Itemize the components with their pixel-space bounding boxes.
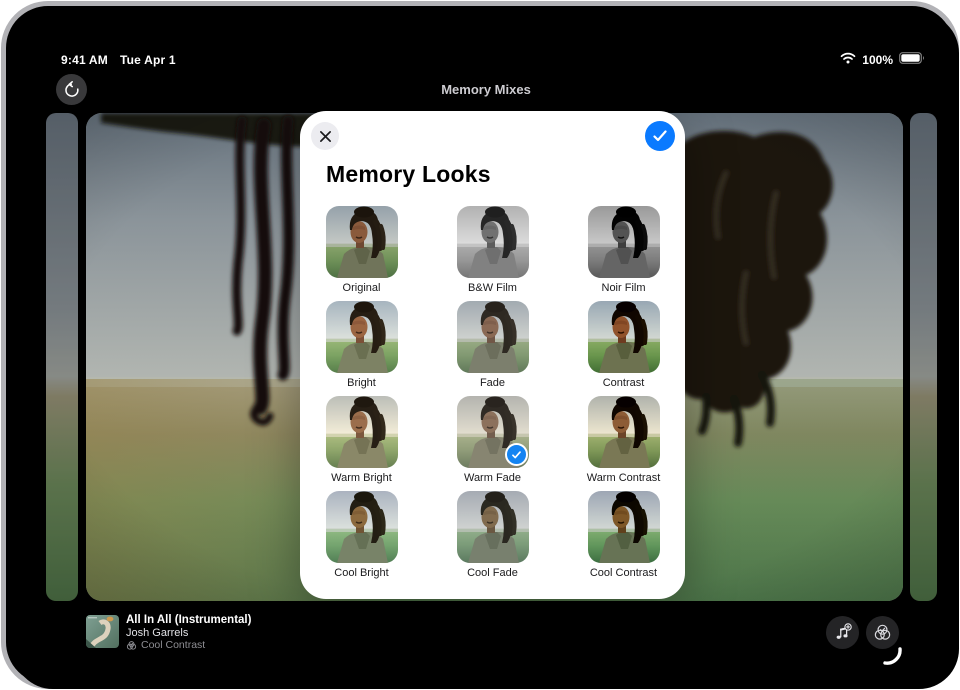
music-add-icon [833, 623, 852, 642]
look-thumbnail [457, 206, 529, 278]
close-icon [319, 130, 332, 143]
look-option-warm-bright[interactable]: Warm Bright [296, 396, 427, 491]
confirm-button[interactable] [645, 121, 675, 151]
add-music-button[interactable] [826, 616, 859, 649]
portrait-thumbnail [457, 491, 529, 563]
status-date: Tue Apr 1 [120, 53, 176, 67]
look-label: Cool Contrast [590, 567, 657, 579]
portrait-thumbnail [588, 491, 660, 563]
look-label: Contrast [603, 377, 645, 389]
page-title: Memory Mixes [13, 82, 959, 97]
look-thumbnail [588, 396, 660, 468]
status-bar-right: 100% [840, 52, 925, 67]
battery-icon [899, 52, 925, 67]
look-option-cool-fade[interactable]: Cool Fade [427, 491, 558, 586]
applied-look-label: Cool Contrast [141, 639, 205, 651]
look-thumbnail [326, 396, 398, 468]
filters-check-icon [873, 623, 892, 642]
look-label: Warm Fade [464, 472, 521, 484]
look-option-bright[interactable]: Bright [296, 301, 427, 396]
status-bar-left: 9:41 AM Tue Apr 1 [61, 53, 176, 67]
look-option-noir-film[interactable]: Noir Film [558, 206, 689, 301]
ipad-screenshot: 9:41 AM Tue Apr 1 100% Memory Mixes [0, 0, 960, 690]
look-option-warm-contrast[interactable]: Warm Contrast [558, 396, 689, 491]
portrait-thumbnail [457, 301, 529, 373]
look-option-cool-bright[interactable]: Cool Bright [296, 491, 427, 586]
portrait-thumbnail [457, 206, 529, 278]
screen: 9:41 AM Tue Apr 1 100% Memory Mixes [13, 13, 959, 689]
look-option-contrast[interactable]: Contrast [558, 301, 689, 396]
look-option-warm-fade[interactable]: Warm Fade [427, 396, 558, 491]
look-label: Noir Film [602, 282, 646, 294]
look-label: B&W Film [468, 282, 517, 294]
wifi-icon [840, 52, 856, 67]
look-label: Bright [347, 377, 376, 389]
status-time: 9:41 AM [61, 53, 108, 67]
battery-percent: 100% [862, 53, 893, 67]
look-thumbnail [588, 491, 660, 563]
next-memory-card[interactable] [910, 113, 937, 601]
look-option-cool-contrast[interactable]: Cool Contrast [558, 491, 689, 586]
portrait-thumbnail [588, 301, 660, 373]
look-option-fade[interactable]: Fade [427, 301, 558, 396]
look-label: Original [343, 282, 381, 294]
look-thumbnail [588, 206, 660, 278]
portrait-thumbnail [588, 206, 660, 278]
look-thumbnail [457, 491, 529, 563]
look-thumbnail [326, 491, 398, 563]
look-thumbnail [457, 396, 529, 468]
applied-look-row: Cool Contrast [126, 639, 205, 651]
memory-looks-modal: Memory Looks Original B&W Film Noir Film… [300, 111, 685, 599]
portrait-thumbnail [326, 206, 398, 278]
undo-button[interactable] [56, 74, 87, 105]
filters-icon [126, 640, 137, 651]
looks-grid: Original B&W Film Noir Film Bright Fade … [296, 206, 689, 586]
song-artist: Josh Garrels [126, 627, 188, 639]
look-thumbnail [457, 301, 529, 373]
portrait-thumbnail [588, 396, 660, 468]
look-label: Fade [480, 377, 505, 389]
song-title: All In All (Instrumental) [126, 614, 251, 626]
look-label: Cool Fade [467, 567, 518, 579]
check-icon [653, 130, 667, 142]
close-button[interactable] [311, 122, 339, 150]
pencil-stroke-arc [879, 642, 905, 673]
modal-title: Memory Looks [326, 161, 491, 188]
portrait-thumbnail [326, 301, 398, 373]
look-label: Warm Contrast [587, 472, 661, 484]
undo-icon [63, 81, 81, 99]
look-thumbnail [326, 206, 398, 278]
look-thumbnail [326, 301, 398, 373]
look-label: Cool Bright [334, 567, 388, 579]
portrait-thumbnail [326, 396, 398, 468]
look-thumbnail [588, 301, 660, 373]
album-art [86, 615, 119, 648]
look-option-original[interactable]: Original [296, 206, 427, 301]
previous-memory-card[interactable] [46, 113, 78, 601]
portrait-thumbnail [326, 491, 398, 563]
selected-check-badge [505, 443, 528, 466]
look-label: Warm Bright [331, 472, 392, 484]
device-frame: 9:41 AM Tue Apr 1 100% Memory Mixes [1, 1, 959, 689]
look-option-bw-film[interactable]: B&W Film [427, 206, 558, 301]
